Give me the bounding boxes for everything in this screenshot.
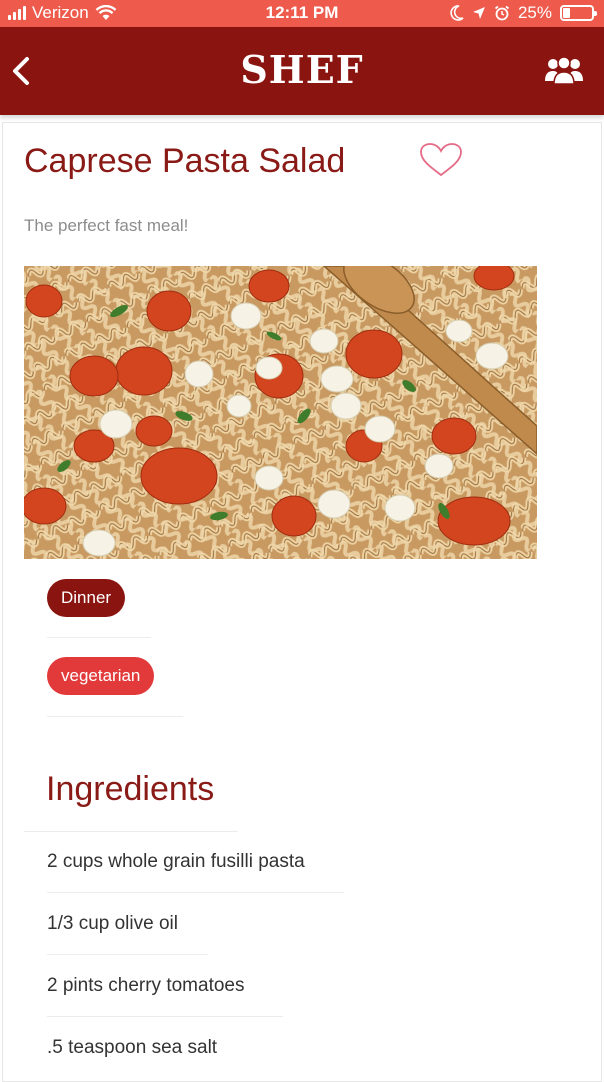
- battery-fill: [563, 8, 570, 18]
- nav-bar: SHEF: [0, 27, 604, 115]
- tag-dinner[interactable]: Dinner: [47, 579, 126, 617]
- tag-vegetarian[interactable]: vegetarian: [47, 657, 155, 695]
- ingredient-item: 2 pints cherry tomatoes: [47, 975, 245, 996]
- people-button[interactable]: [544, 55, 584, 87]
- alarm-icon: [494, 5, 510, 21]
- ingredient-item: .5 teaspoon sea salt: [47, 1037, 218, 1058]
- divider: [24, 831, 238, 832]
- divider: [47, 954, 208, 955]
- battery-percent: 25%: [517, 3, 552, 22]
- heart-outline-icon: [420, 143, 462, 177]
- location-arrow-icon: [472, 7, 485, 19]
- battery-icon: [560, 5, 597, 21]
- ingredient-item: 1/3 cup olive oil: [47, 913, 178, 934]
- divider: [47, 637, 151, 638]
- pasta-salad-image: [24, 266, 537, 559]
- moon-icon: [450, 5, 464, 21]
- recipe-subtitle: The perfect fast meal!: [24, 216, 189, 235]
- ingredients-heading: Ingredients: [46, 770, 215, 808]
- ingredient-item: 2 cups whole grain fusilli pasta: [47, 851, 305, 872]
- app-title: SHEF: [240, 47, 364, 92]
- divider: [47, 1016, 283, 1017]
- group-icon: [545, 56, 583, 85]
- favorite-button[interactable]: [419, 142, 463, 178]
- divider: [47, 892, 344, 893]
- recipe-title: Caprese Pasta Salad: [24, 142, 346, 180]
- status-right: 25%: [450, 3, 597, 23]
- recipe-photo: [24, 266, 537, 559]
- divider: [47, 716, 183, 717]
- status-bar: Verizon 12:11 PM 25%: [0, 0, 604, 27]
